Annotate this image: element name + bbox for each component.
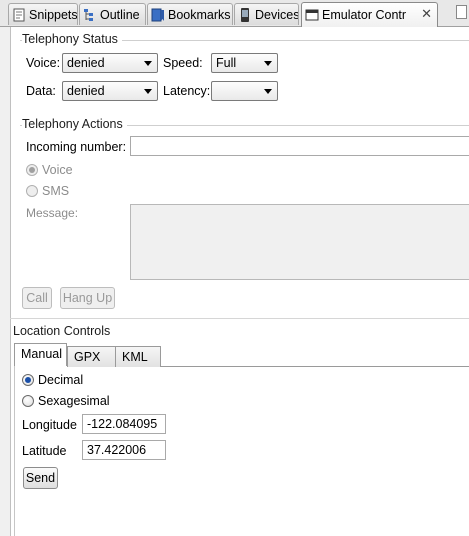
tab-label: Bookmarks [168, 7, 231, 22]
longitude-label: Longitude [22, 418, 77, 432]
location-controls-title: Location Controls [13, 324, 115, 338]
decimal-radio[interactable] [22, 374, 34, 386]
incoming-number-label: Incoming number: [26, 140, 127, 154]
sms-radio[interactable] [26, 185, 38, 197]
sms-radio-label: SMS [42, 184, 70, 198]
devices-phone-icon [238, 7, 252, 22]
outline-icon [83, 8, 97, 22]
tab-snippets[interactable]: Snippets [8, 3, 78, 25]
tab-label: Emulator Contr [322, 8, 407, 22]
tab-manual[interactable]: Manual [14, 343, 67, 366]
latitude-label: Latitude [22, 444, 67, 458]
latency-label: Latency: [163, 84, 211, 98]
voice-status-select[interactable]: denied [62, 53, 158, 73]
chevron-down-icon [144, 61, 152, 66]
sexagesimal-radio-label: Sexagesimal [38, 394, 110, 408]
speed-value: Full [216, 56, 237, 70]
message-textarea[interactable] [130, 204, 469, 280]
tab-gpx[interactable]: GPX [67, 346, 116, 367]
tab-panel-border [14, 366, 15, 536]
speed-select[interactable]: Full [211, 53, 278, 73]
sexagesimal-radio[interactable] [22, 395, 34, 407]
tab-label: Devices [255, 7, 299, 22]
voice-status-value: denied [67, 56, 105, 70]
message-label: Message: [26, 206, 79, 220]
tab-devices[interactable]: Devices [234, 3, 299, 25]
data-status-select[interactable]: denied [62, 81, 158, 101]
telephony-status-title: Telephony Status [22, 32, 122, 46]
call-button[interactable]: Call [22, 287, 52, 309]
tab-label: Snippets [29, 7, 78, 22]
data-status-value: denied [67, 84, 105, 98]
close-icon[interactable]: ✕ [421, 6, 432, 22]
tab-kml[interactable]: KML [115, 346, 161, 367]
hang-up-button[interactable]: Hang Up [60, 287, 115, 309]
latency-select[interactable] [211, 81, 278, 101]
view-menu-area [455, 0, 469, 26]
data-status-label: Data: [26, 84, 56, 98]
view-menu-icon[interactable] [456, 5, 467, 19]
send-button[interactable]: Send [23, 467, 58, 489]
chevron-down-icon [264, 89, 272, 94]
tab-underline [161, 366, 469, 367]
voice-radio-label: Voice [42, 163, 73, 177]
chevron-down-icon [144, 89, 152, 94]
panel-left-edge [0, 27, 11, 536]
tab-bookmarks[interactable]: Bookmarks [147, 3, 233, 25]
tab-emulator-control[interactable]: Emulator Contr ✕ [301, 2, 438, 27]
chevron-down-icon [264, 61, 272, 66]
view-tab-strip: Snippets Outline Bookmarks Devices Emula… [0, 0, 469, 27]
voice-status-label: Voice: [26, 56, 61, 70]
emulator-control-icon [305, 8, 319, 22]
decimal-radio-label: Decimal [38, 373, 84, 387]
incoming-number-input[interactable] [130, 136, 469, 156]
telephony-actions-title: Telephony Actions [22, 117, 127, 131]
tab-label: Outline [100, 7, 140, 22]
bookmarks-icon [151, 8, 165, 22]
voice-radio[interactable] [26, 164, 38, 176]
divider [10, 318, 469, 319]
latitude-input[interactable] [82, 440, 166, 460]
longitude-input[interactable] [82, 414, 166, 434]
snippets-icon [12, 8, 26, 22]
tab-outline[interactable]: Outline [79, 3, 146, 25]
speed-label: Speed: [163, 56, 203, 70]
